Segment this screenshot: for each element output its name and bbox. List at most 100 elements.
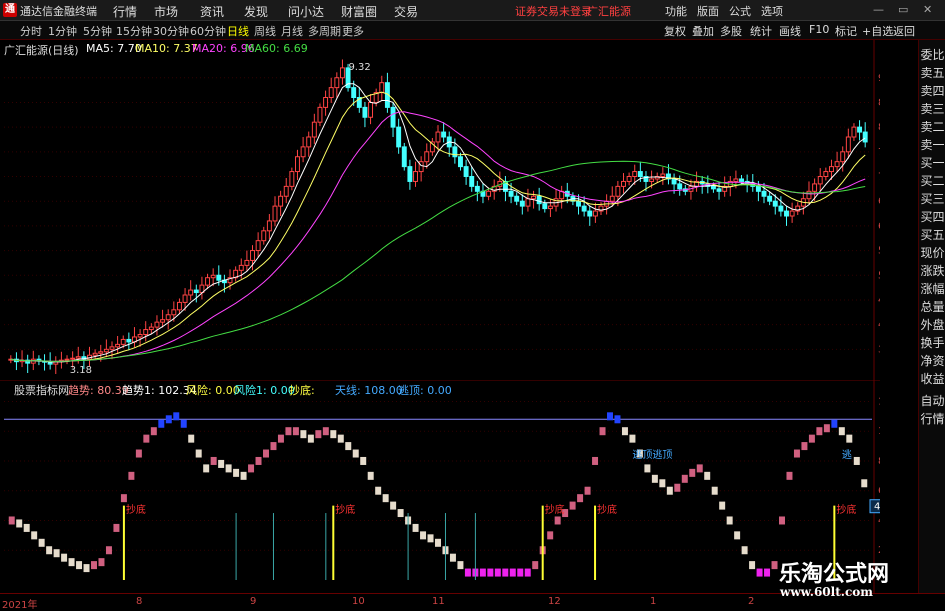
menu-market[interactable]: 行情 <box>113 3 137 20</box>
menu-discover[interactable]: 发现 <box>244 3 268 20</box>
tool-multi-stock[interactable]: 多股 <box>720 23 742 39</box>
tool-f10[interactable]: F10 <box>809 23 829 36</box>
bottom-signal-label: 抄底 <box>597 503 617 516</box>
tool-back[interactable]: 返回 <box>893 23 915 39</box>
tool-mark[interactable]: 标记 <box>835 23 857 39</box>
indicator-bar <box>307 434 314 443</box>
candle-body <box>115 343 121 348</box>
side-item[interactable]: 卖二 <box>919 118 945 136</box>
menu-wealth[interactable]: 财富圈 <box>341 3 377 20</box>
side-item[interactable]: 卖一 <box>919 136 945 154</box>
period-15min[interactable]: 15分钟 <box>116 23 152 39</box>
login-tip[interactable]: 证券交易未登录 <box>515 3 592 19</box>
indicator-bar <box>360 456 367 465</box>
indicator-bar <box>277 434 284 443</box>
side-item[interactable]: 收益 <box>919 370 945 388</box>
indicator-chart[interactable]: 120.0 100.0 80.00 60.00 40.00 20.00 抄底 抄底 抄底 抄底 抄底… <box>0 380 880 593</box>
side-item[interactable]: 外盘 <box>919 316 945 334</box>
tool-add-watch[interactable]: +自选 <box>862 23 893 39</box>
candle-body <box>587 210 593 217</box>
candle-body <box>581 205 587 212</box>
side-item[interactable]: 现价 <box>919 244 945 262</box>
menu-market-list[interactable]: 市场 <box>154 3 178 20</box>
side-item[interactable]: 委比 <box>919 46 945 64</box>
side-item[interactable]: 买一 <box>919 154 945 172</box>
side-item[interactable]: 买三 <box>919 190 945 208</box>
tool-stats[interactable]: 统计 <box>750 23 772 39</box>
indicator-bar <box>248 464 255 473</box>
candle-body <box>739 178 744 182</box>
period-intraday[interactable]: 分时 <box>20 23 42 39</box>
side-item[interactable]: 卖四 <box>919 82 945 100</box>
side-item[interactable]: 涨幅 <box>919 280 945 298</box>
side-item[interactable]: 涨跌 <box>919 262 945 280</box>
side-item[interactable]: 买二 <box>919 172 945 190</box>
period-1min[interactable]: 1分钟 <box>48 23 77 39</box>
candle-body <box>677 183 683 190</box>
bottom-signal-label: 抄底 <box>126 503 146 516</box>
period-monthly[interactable]: 月线 <box>281 23 303 39</box>
menu-function[interactable]: 功能 <box>665 3 687 19</box>
indicator-bar <box>188 434 195 443</box>
candle-body <box>733 178 739 182</box>
period-weekly[interactable]: 周线 <box>254 23 276 39</box>
side-item[interactable]: 卖三 <box>919 100 945 118</box>
candle-body <box>806 190 812 200</box>
indicator-bar <box>315 430 322 439</box>
period-daily[interactable]: 日线 <box>227 23 249 39</box>
tool-overlay[interactable]: 叠加 <box>692 23 714 39</box>
close-icon[interactable]: ✕ <box>923 3 932 16</box>
indicator-bar <box>674 483 681 492</box>
period-60min[interactable]: 60分钟 <box>190 23 226 39</box>
indicator-bar <box>435 538 441 547</box>
y-tick-label: 4.00 <box>878 320 880 331</box>
tool-draw[interactable]: 画线 <box>779 23 801 39</box>
tool-adjust[interactable]: 复权 <box>664 23 686 39</box>
side-item[interactable]: 换手 <box>919 334 945 352</box>
menu-layout[interactable]: 版面 <box>697 3 719 19</box>
candle-body <box>126 338 132 343</box>
menu-news[interactable]: 资讯 <box>200 3 224 20</box>
minimize-icon[interactable]: — <box>873 3 884 16</box>
indicator-bar <box>741 546 748 555</box>
y-tick-label: 8.00 <box>878 122 880 133</box>
side-item[interactable]: 净资 <box>919 352 945 370</box>
period-5min[interactable]: 5分钟 <box>83 23 112 39</box>
menu-options[interactable]: 选项 <box>761 3 783 19</box>
indicator-bar <box>666 486 673 495</box>
indicator-bar <box>46 546 53 555</box>
menu-formula[interactable]: 公式 <box>729 3 751 19</box>
period-multi[interactable]: 多周期 <box>308 23 341 39</box>
candle-body <box>637 171 643 177</box>
candle-body <box>441 131 447 138</box>
date-label: 1 <box>650 596 657 607</box>
indicator-bar <box>98 558 105 567</box>
risk-label: 风险: 0.00 <box>186 384 240 397</box>
side-item-quote[interactable]: 行情 <box>919 410 945 428</box>
stock-tip: 广汇能源 <box>587 5 631 18</box>
side-item-auto[interactable]: 自动 <box>919 392 945 410</box>
indicator-bar <box>816 427 823 436</box>
indicator-bar <box>203 464 210 473</box>
indicator-bar <box>614 415 621 424</box>
candle-body <box>323 97 329 108</box>
indicator-bar <box>23 523 30 532</box>
indicator-bar <box>427 534 434 543</box>
side-item[interactable]: 买五 <box>919 226 945 244</box>
escape-label: 逃顶逃顶 <box>632 448 672 461</box>
period-more[interactable]: 更多 <box>342 23 364 39</box>
y-tick-label: 40.00 <box>878 515 880 526</box>
indicator-bar <box>569 501 576 510</box>
candle-body <box>755 185 761 192</box>
side-item[interactable]: 买四 <box>919 208 945 226</box>
candle-body <box>92 352 98 356</box>
candlestick-chart[interactable]: 9.00 8.50 8.00 7.50 7.00 6.50 6.00 5.50 5.00 4.50… <box>0 40 880 380</box>
indicator-bar <box>38 538 45 547</box>
side-item[interactable]: 卖五 <box>919 64 945 82</box>
menu-ask[interactable]: 问小达 <box>288 3 324 20</box>
indicator-bar <box>532 561 539 570</box>
menu-trade[interactable]: 交易 <box>394 3 418 20</box>
side-item[interactable]: 总量 <box>919 298 945 316</box>
maximize-icon[interactable]: ▭ <box>898 3 908 16</box>
period-30min[interactable]: 30分钟 <box>153 23 189 39</box>
